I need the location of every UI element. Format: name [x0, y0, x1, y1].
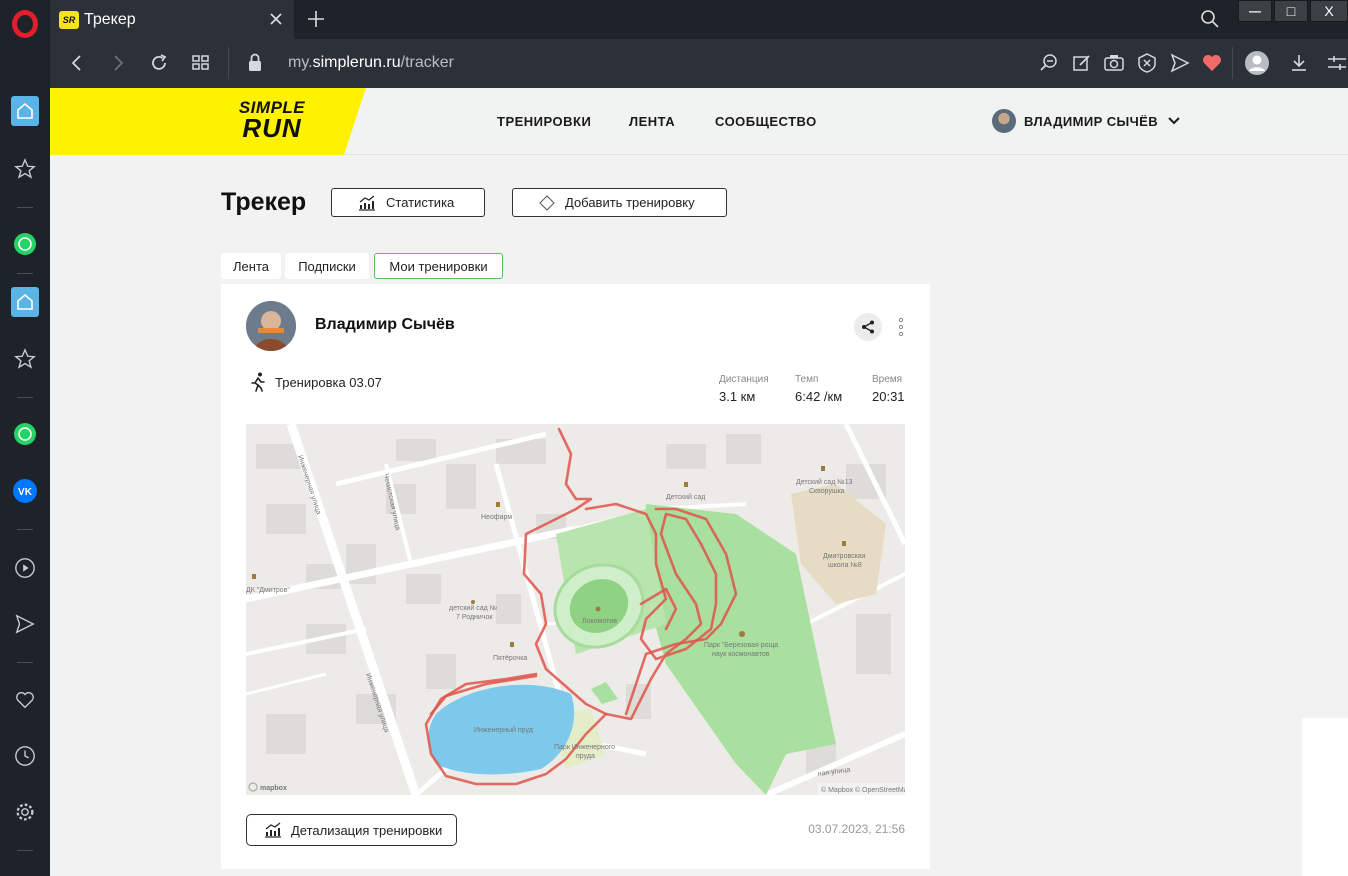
address-bar: my.simplerun.ru/tracker [50, 39, 1348, 88]
nav-trainings[interactable]: ТРЕНИРОВКИ [497, 114, 591, 129]
maximize-button[interactable]: □ [1274, 0, 1308, 22]
workout-title-row: Тренировка 03.07 [249, 372, 382, 392]
avatar [992, 109, 1016, 133]
nav-feed[interactable]: ЛЕНТА [629, 114, 675, 129]
opera-logo-icon[interactable] [12, 10, 38, 38]
svg-text:пруда: пруда [576, 753, 595, 760]
camera-icon[interactable] [1103, 52, 1125, 79]
forward-icon[interactable] [107, 52, 129, 79]
route-map[interactable]: Инженерная улица Инженерная улица Чекист… [246, 424, 905, 795]
nav-community[interactable]: СООБЩЕСТВО [715, 114, 817, 129]
site-logo[interactable]: SIMPLE RUN [222, 99, 322, 141]
svg-text:mapbox: mapbox [260, 785, 287, 792]
whatsapp-icon-2[interactable] [11, 420, 39, 448]
chart-icon-details [264, 822, 282, 838]
tab-feed[interactable]: Лента [221, 253, 281, 279]
svg-text:7 Родничок: 7 Родничок [456, 614, 493, 621]
add-workout-button[interactable]: Добавить тренировку [512, 188, 727, 217]
svg-text:Скворушка: Скворушка [809, 488, 845, 495]
svg-text:Локомотив: Локомотив [582, 618, 617, 625]
tab-search-icon[interactable] [1200, 9, 1220, 34]
svg-text:Неофарм: Неофарм [481, 514, 512, 521]
statistics-button[interactable]: Статистика [331, 188, 485, 217]
author-avatar[interactable] [246, 301, 296, 351]
chart-icon [358, 195, 376, 211]
settings-icon[interactable] [11, 798, 39, 826]
easy-setup-icon[interactable] [1326, 52, 1348, 79]
adblock-icon[interactable] [1136, 52, 1158, 79]
stat-time: Время 20:31 [872, 374, 905, 404]
svg-text:наук космонавтов: наук космонавтов [712, 651, 770, 658]
site-header: SIMPLE RUN ТРЕНИРОВКИ ЛЕНТА СООБЩЕСТВО В… [50, 88, 1348, 155]
vk-icon[interactable]: VK [11, 477, 39, 505]
running-icon [251, 372, 265, 392]
blank-panel [1302, 718, 1348, 876]
download-icon[interactable] [1288, 52, 1310, 79]
svg-text:Дмитровская: Дмитровская [823, 553, 866, 560]
share-icon [862, 320, 874, 334]
tab-my-trainings[interactable]: Мои тренировки [374, 253, 503, 279]
workout-details-button[interactable]: Детализация тренировки [246, 814, 457, 846]
svg-text:Инженерный пруд: Инженерный пруд [474, 726, 533, 734]
history-icon[interactable] [11, 742, 39, 770]
whatsapp-icon[interactable] [11, 230, 39, 258]
tab-strip: SR Трекер — □ X [50, 0, 1348, 39]
svg-text:детский сад №: детский сад № [449, 604, 497, 612]
edit-icon[interactable] [1071, 52, 1093, 79]
speed-dial-icon[interactable] [190, 52, 212, 79]
page-title: Трекер [221, 188, 307, 216]
send-icon[interactable] [11, 610, 39, 638]
star-icon-2[interactable] [11, 345, 39, 373]
svg-text:Парк Инженерного: Парк Инженерного [554, 744, 615, 751]
favicon-icon: SR [59, 10, 79, 29]
send-icon-toolbar[interactable] [1169, 52, 1191, 79]
stat-pace: Темп 6:42 /км [795, 374, 843, 404]
svg-text:Детский сад: Детский сад [666, 493, 705, 501]
user-menu[interactable]: ВЛАДИМИР СЫЧЁВ [992, 109, 1180, 133]
user-name: ВЛАДИМИР СЫЧЁВ [1024, 113, 1159, 129]
logo-background [50, 88, 366, 155]
reload-icon[interactable] [148, 52, 170, 79]
zoom-icon[interactable] [1038, 52, 1060, 79]
svg-text:Детский сад №13: Детский сад №13 [796, 478, 853, 486]
profile-icon[interactable] [1244, 50, 1270, 81]
close-tab-icon[interactable] [268, 11, 284, 32]
home-icon[interactable] [11, 96, 39, 126]
back-icon[interactable] [66, 52, 88, 79]
lock-icon[interactable] [246, 52, 264, 79]
workout-card: Владимир Сычёв Тренировка 03.07 Дистанци… [221, 284, 930, 869]
close-window-button[interactable]: X [1310, 0, 1348, 22]
minimize-button[interactable]: — [1238, 0, 1272, 22]
svg-text:VK: VK [18, 487, 33, 498]
more-options-icon[interactable] [898, 317, 904, 341]
browser-tab[interactable]: SR Трекер [50, 0, 294, 39]
tab-subscriptions[interactable]: Подписки [285, 253, 369, 279]
chevron-down-icon [1168, 112, 1180, 130]
url-field[interactable]: my.simplerun.ru/tracker [288, 54, 454, 72]
author-name[interactable]: Владимир Сычёв [315, 316, 455, 334]
workout-date: 03.07.2023, 21:56 [808, 822, 905, 836]
new-tab-icon[interactable] [306, 9, 326, 34]
svg-text:Пятёрочка: Пятёрочка [493, 655, 527, 662]
svg-text:Парк "Березовая роща: Парк "Березовая роща [704, 642, 778, 649]
diamond-icon [539, 194, 555, 211]
player-icon[interactable] [11, 554, 39, 582]
home-icon-2[interactable] [11, 287, 39, 317]
share-button[interactable] [854, 313, 882, 341]
star-icon[interactable] [11, 155, 39, 183]
browser-sidebar: VK [0, 0, 50, 876]
svg-text:© Mapbox © OpenStreetMap: © Mapbox © OpenStreetMap [821, 786, 905, 794]
heart-icon-toolbar[interactable] [1201, 52, 1223, 79]
svg-text:школа №8: школа №8 [828, 562, 862, 569]
workout-name: Тренировка 03.07 [275, 374, 382, 390]
heart-icon[interactable] [11, 686, 39, 714]
tab-title: Трекер [84, 10, 136, 28]
stat-distance: Дистанция 3.1 км [719, 374, 769, 404]
svg-text:ДК "Дмитров": ДК "Дмитров" [246, 587, 290, 594]
